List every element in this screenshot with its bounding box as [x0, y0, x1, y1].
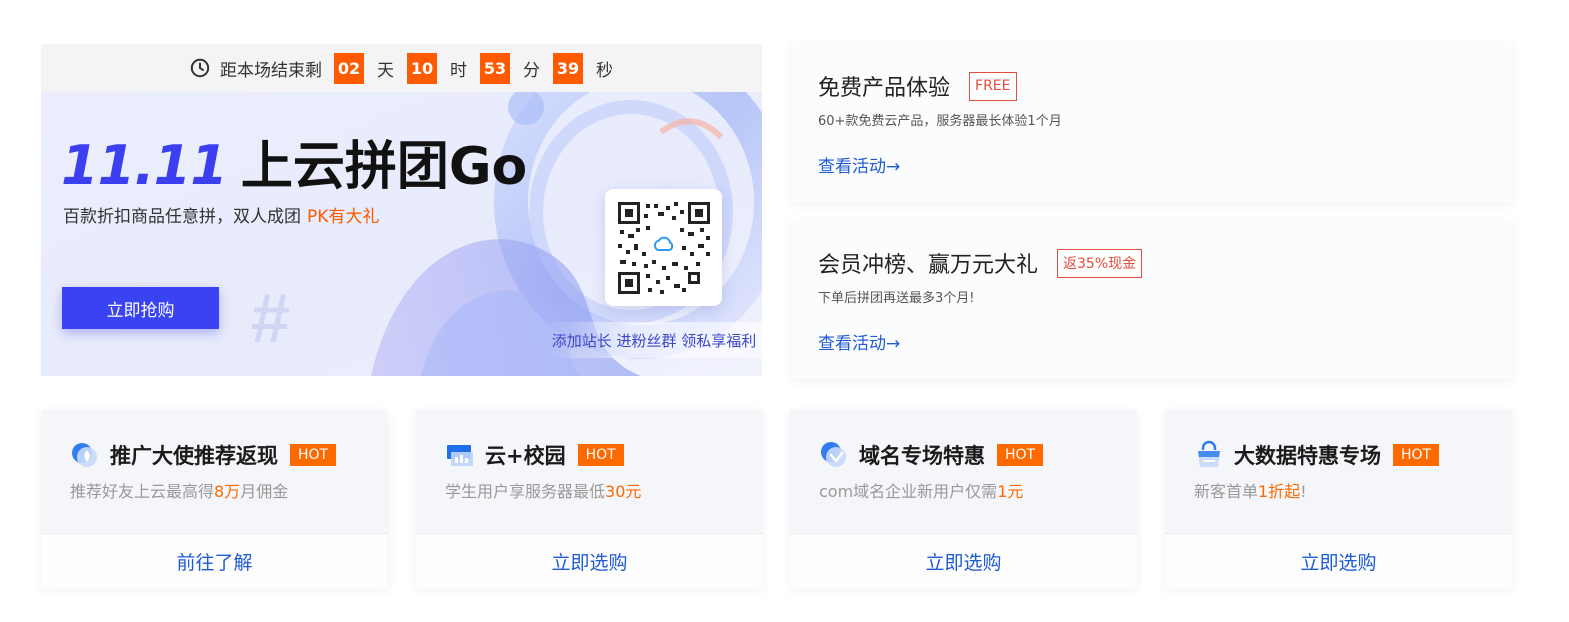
hot-badge: HOT	[577, 444, 624, 466]
hot-badge: HOT	[290, 444, 337, 466]
card-header: 推广大使推荐返现 HOT	[70, 440, 337, 470]
view-activity-link[interactable]: 查看活动→	[818, 329, 900, 354]
hero-subtitle: 百款折扣商品任意拼，双人成团 PK有大礼	[63, 202, 379, 227]
countdown-seconds-unit: 秒	[596, 60, 613, 81]
card-top	[790, 410, 1137, 533]
buy-now-link[interactable]: 立即选购	[1165, 534, 1512, 589]
card-title: 云+校园	[485, 444, 566, 468]
hot-badge: HOT	[997, 444, 1044, 466]
card-desc-suffix: 月佣金	[240, 482, 289, 501]
countdown-hours-unit: 时	[450, 60, 467, 81]
promo-card-free-trial: 免费产品体验 FREE 60+款免费云产品，服务器最长体验1个月 查看活动→	[791, 44, 1513, 202]
buy-now-link[interactable]: 立即选购	[790, 534, 1137, 589]
promo-description: 下单后拼团再送最多3个月!	[818, 291, 975, 306]
promo-tag: 返35%现金	[1057, 248, 1143, 278]
countdown-days-unit: 天	[377, 60, 394, 81]
card-header: 域名专场特惠 HOT	[819, 440, 1044, 470]
card-title: 推广大使推荐返现	[110, 444, 278, 468]
user-referral-icon	[72, 443, 97, 467]
card-description: 推荐好友上云最高得8万月佣金	[70, 478, 288, 502]
promo-title-row: 会员冲榜、赢万元大礼 返35%现金	[818, 247, 1143, 279]
promo-card-member-ranking: 会员冲榜、赢万元大礼 返35%现金 下单后拼团再送最多3个月! 查看活动→	[791, 221, 1513, 379]
card-title: 大数据特惠专场	[1234, 444, 1381, 468]
clock-icon	[190, 58, 210, 78]
countdown-seconds: 39	[553, 52, 583, 84]
bigdata-bag-icon	[1198, 440, 1220, 467]
card-desc-text: 学生用户享服务器最低	[445, 482, 606, 501]
card-header: 大数据特惠专场 HOT	[1194, 440, 1440, 470]
card-desc-highlight: 30元	[605, 482, 642, 501]
countdown-label: 距本场结束剩	[220, 60, 322, 81]
card-top	[416, 410, 763, 533]
buy-now-button[interactable]: 立即抢购	[62, 287, 219, 329]
hero-title-text: 上云拼团Go	[240, 137, 528, 197]
qr-note-text: 添加站长 进粉丝群 领私享福利	[546, 322, 762, 358]
hero-title: 11.11 上云拼团Go	[61, 124, 527, 199]
card-desc-text: 推荐好友上云最高得	[70, 482, 215, 501]
card-description: 学生用户享服务器最低30元	[445, 478, 641, 502]
learn-more-link[interactable]: 前往了解	[41, 534, 388, 589]
card-top	[1165, 410, 1512, 533]
product-card-domain: 域名专场特惠 HOT com域名企业新用户仅需1元 立即选购	[790, 410, 1137, 589]
promo-title: 免费产品体验	[818, 76, 951, 101]
product-card-campus: 云+校园 HOT 学生用户享服务器最低30元 立即选购	[416, 410, 763, 589]
countdown-minutes-unit: 分	[523, 60, 540, 81]
promo-description: 60+款免费云产品，服务器最长体验1个月	[818, 114, 1062, 129]
countdown-bar: 距本场结束剩 02 天 10 时 53 分 39 秒	[41, 44, 762, 92]
card-desc-highlight: 1折起	[1258, 482, 1301, 501]
hero-title-number: 11.11	[61, 134, 228, 197]
hero-subtitle-highlight: PK有大礼	[307, 207, 380, 227]
countdown-days: 02	[334, 52, 364, 84]
card-desc-text: com域名企业新用户仅需	[819, 482, 998, 501]
card-header: 云+校园 HOT	[445, 440, 624, 470]
countdown-minutes: 53	[480, 52, 510, 84]
card-title: 域名专场特惠	[859, 444, 985, 468]
product-card-bigdata: 大数据特惠专场 HOT 新客首单1折起! 立即选购	[1165, 410, 1512, 589]
buy-now-link[interactable]: 立即选购	[416, 534, 763, 589]
card-desc-highlight: 1元	[997, 482, 1024, 501]
product-card-referral: 推广大使推荐返现 HOT 推荐好友上云最高得8万月佣金 前往了解	[41, 410, 388, 589]
domain-icon	[821, 442, 846, 467]
promo-tag: FREE	[969, 71, 1017, 101]
card-description: com域名企业新用户仅需1元	[819, 478, 1023, 502]
card-desc-highlight: 8万	[214, 482, 241, 501]
campus-icon	[447, 445, 473, 466]
card-top	[41, 410, 388, 533]
qr-code-icon	[615, 199, 712, 296]
hero-banner: 距本场结束剩 02 天 10 时 53 分 39 秒 # 11.11 上云拼团G…	[41, 44, 762, 376]
svg-text:#: #	[251, 279, 290, 357]
card-desc-suffix: !	[1300, 482, 1307, 501]
promo-title-row: 免费产品体验 FREE	[818, 70, 1017, 102]
hero-subtitle-text: 百款折扣商品任意拼，双人成团	[63, 207, 301, 227]
view-activity-link[interactable]: 查看活动→	[818, 152, 900, 177]
promo-title: 会员冲榜、赢万元大礼	[818, 253, 1039, 278]
countdown-hours: 10	[407, 52, 437, 84]
hot-badge: HOT	[1393, 444, 1440, 466]
qr-code-card	[605, 189, 722, 306]
card-description: 新客首单1折起!	[1194, 478, 1307, 502]
card-desc-text: 新客首单	[1194, 482, 1259, 501]
